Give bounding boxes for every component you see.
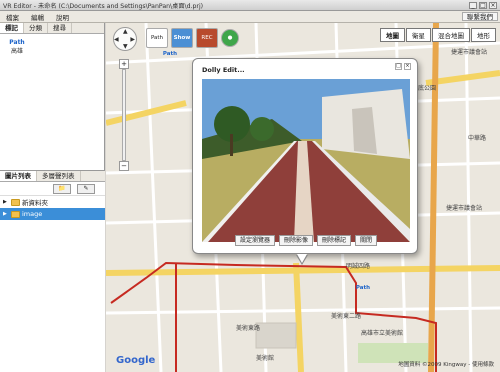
pan-control[interactable]: ▲ ◀ ▶ ▼ — [113, 27, 137, 51]
tab-layer-list[interactable]: 多層聲列表 — [37, 171, 81, 181]
folder-icon — [11, 198, 20, 206]
map-label: 高雄市立美術館 — [361, 330, 404, 337]
tab-image-list[interactable]: 圖片列表 — [0, 171, 37, 181]
tab-marks[interactable]: 標記 — [0, 23, 24, 33]
zoom-in-button[interactable]: + — [119, 59, 129, 69]
minimize-button[interactable]: _ — [469, 1, 477, 9]
contact-us-button[interactable]: 聯繫我們 — [462, 12, 498, 21]
map-type-hybrid[interactable]: 混合地圖 — [432, 28, 470, 42]
play-icon[interactable]: ● — [221, 29, 239, 47]
window-title: VR Editor - 未命名 (C:\Documents and Settin… — [3, 2, 204, 10]
google-logo: Google — [116, 355, 156, 366]
pan-right-icon[interactable]: ▶ — [130, 36, 135, 43]
delete-mark-button[interactable]: 刪除標記 — [317, 235, 352, 246]
list-toolbar: 📁 ✎ — [0, 182, 105, 196]
street-view-image — [202, 79, 410, 242]
menu-bar: 檔案 編輯 說明 聯繫我們 — [0, 11, 500, 23]
title-bar: VR Editor - 未命名 (C:\Documents and Settin… — [0, 0, 500, 11]
zoom-out-button[interactable]: − — [119, 161, 129, 171]
map-label: 捷運市議會站 — [446, 205, 483, 212]
mark-item[interactable]: Path 高雄 — [3, 39, 31, 55]
popup-close-button[interactable]: × — [404, 63, 411, 70]
map-label: 捷運市議會站 — [451, 49, 488, 56]
path-logo-icon: Path — [9, 39, 25, 46]
map-label: 美術東二路 — [331, 313, 362, 320]
map-label: 中華路 — [468, 135, 487, 142]
mark-label: 高雄 — [10, 48, 23, 55]
path-icon[interactable]: Path — [146, 28, 168, 48]
pan-left-icon[interactable]: ◀ — [114, 36, 119, 43]
pan-up-icon[interactable]: ▲ — [123, 28, 128, 35]
popup-minimize-button[interactable]: □ — [395, 63, 402, 70]
popup-title: Dolly Edit... — [202, 66, 245, 74]
open-folder-button[interactable]: 📁 — [53, 184, 71, 194]
dolly-edit-popup: Dolly Edit... □ × 設定瀏覽器 刪除影像 刪除標記 關閉 — [192, 58, 418, 265]
menu-help[interactable]: 說明 — [50, 12, 75, 22]
tab-categories[interactable]: 分類 — [24, 23, 48, 33]
edit-button[interactable]: ✎ — [77, 184, 95, 194]
set-browser-button[interactable]: 設定瀏覽器 — [235, 235, 276, 246]
close-button[interactable]: × — [489, 1, 497, 9]
map-type-satellite[interactable]: 衛星 — [406, 28, 431, 42]
zoom-slider[interactable] — [122, 69, 126, 161]
expand-icon[interactable]: ▶ — [3, 199, 9, 205]
tree-item-label: image — [22, 210, 43, 218]
lower-tabs: 圖片列表 多層聲列表 — [0, 171, 105, 182]
popup-pointer — [296, 254, 308, 265]
image-list-panel: 圖片列表 多層聲列表 📁 ✎ ▶ 新資料夾 ▶ image — [0, 170, 105, 372]
path-marker-icon[interactable]: Path — [159, 51, 181, 57]
map-view[interactable]: ▲ ◀ ▶ ▼ + − Path Show REC ● 地圖 衛星 混合地圖 地… — [106, 23, 500, 372]
tree-item-label: 新資料夾 — [22, 199, 48, 207]
path-marker-icon[interactable]: Path — [352, 285, 374, 291]
tab-search[interactable]: 搜尋 — [48, 23, 72, 33]
close-popup-button[interactable]: 關閉 — [355, 235, 378, 246]
left-tabs: 標記 分類 搜尋 — [0, 23, 104, 34]
show-icon[interactable]: Show — [171, 28, 193, 48]
street-photo[interactable] — [202, 79, 410, 242]
delete-image-button[interactable]: 刪除影像 — [279, 235, 314, 246]
expand-icon[interactable]: ▶ — [3, 211, 9, 217]
map-copyright: 地圖資料 ©2009 Kingway - 使用條款 — [398, 362, 494, 368]
map-label: 美術館 — [256, 355, 275, 362]
menu-file[interactable]: 檔案 — [0, 12, 25, 22]
record-icon[interactable]: REC — [196, 28, 218, 48]
tree-item-new-folder[interactable]: ▶ 新資料夾 — [0, 196, 105, 208]
folder-icon — [11, 210, 20, 218]
map-type-control: 地圖 衛星 混合地圖 地形 — [380, 28, 496, 42]
maximize-button[interactable]: □ — [479, 1, 487, 9]
zoom-control: + − — [119, 59, 129, 171]
tree-item-image[interactable]: ▶ image — [0, 208, 105, 220]
map-label: 明誠四路 — [346, 263, 371, 270]
map-label: 美術東路 — [236, 325, 261, 332]
menu-edit[interactable]: 編輯 — [25, 12, 50, 22]
pan-down-icon[interactable]: ▼ — [123, 43, 128, 50]
map-type-terrain[interactable]: 地形 — [471, 28, 496, 42]
map-type-map[interactable]: 地圖 — [380, 28, 405, 42]
map-toolbar: Path Show REC ● — [146, 28, 239, 48]
